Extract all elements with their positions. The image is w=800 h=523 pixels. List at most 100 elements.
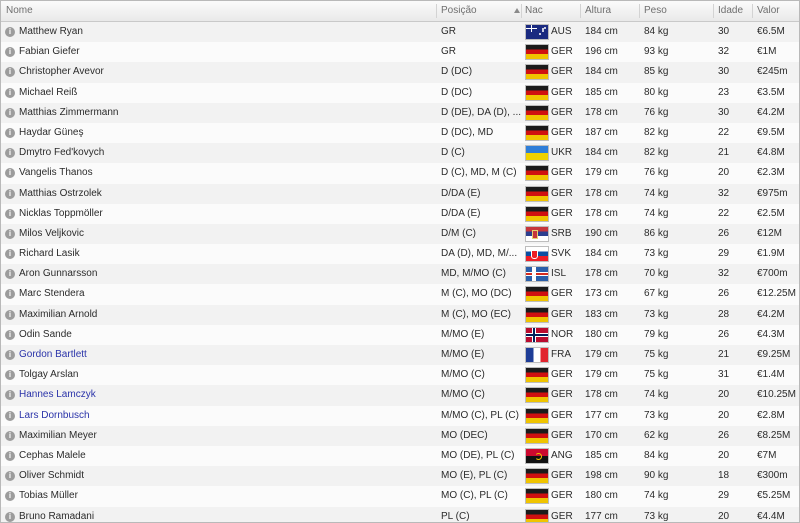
table-row[interactable]: i Matthias Ostrzolek D/DA (E) GER 178 cm 74 k…: [1, 183, 799, 204]
player-weight: 84 kg: [644, 26, 669, 37]
column-header-position[interactable]: Posição: [441, 1, 477, 21]
table-row[interactable]: i Fabian Giefer GR GER 196 cm 93 kg 32 €1M: [1, 42, 799, 63]
table-row[interactable]: i Bruno Ramadani PL (C) GER 177 cm 73 kg 20 €4.…: [1, 506, 799, 522]
table-body: i Matthew Ryan GR AUS 184 cm 84 kg 30 €6.5M i Fab…: [1, 22, 799, 522]
column-header-nationality[interactable]: Nac: [525, 1, 543, 21]
table-row[interactable]: i Richard Lasik DA (D), MD, M/... SVK 184 cm…: [1, 244, 799, 265]
player-value: €4.3M: [757, 328, 785, 340]
info-icon[interactable]: i: [5, 148, 15, 159]
info-icon[interactable]: i: [5, 249, 15, 260]
table-row[interactable]: i Tobias Müller MO (C), PL (C) GER 180 cm 74 …: [1, 486, 799, 507]
info-icon[interactable]: i: [5, 27, 15, 37]
player-value: €2.3M: [757, 167, 785, 179]
player-value: €300m: [757, 470, 788, 482]
player-position: DA (D), MD, M/...: [441, 248, 518, 260]
player-weight: 76 kg: [644, 106, 669, 118]
info-icon[interactable]: i: [5, 390, 15, 401]
player-position: D (C), MD, M (C): [441, 167, 517, 179]
info-icon[interactable]: i: [5, 350, 15, 360]
player-weight: 70 kg: [644, 268, 669, 280]
player-age: 23: [718, 86, 730, 98]
player-position: MO (DE), PL (C): [441, 449, 515, 461]
table-row[interactable]: i Hannes Lamczyk M/MO (C) GER 178 cm 74 kg 20 €…: [1, 385, 799, 406]
table-row[interactable]: i Matthias Zimmermann D (DE), DA (D), ... G…: [1, 102, 799, 123]
column-separator: [521, 4, 522, 18]
table-row[interactable]: i Lars Dornbusch M/MO (C), PL (C) GER 177 cm…: [1, 405, 799, 426]
table-row[interactable]: i Tolgay Arslan M/MO (C) GER 179 cm 75 kg 31 €1…: [1, 365, 799, 386]
info-icon[interactable]: i: [5, 450, 15, 461]
player-position: PL (C): [441, 510, 470, 522]
info-icon[interactable]: i: [5, 127, 15, 138]
table-row[interactable]: i Cephas Malele MO (DE), PL (C) ANG 185 cm 84…: [1, 445, 799, 467]
info-icon[interactable]: i: [5, 228, 15, 239]
player-nationality: GER: [551, 46, 573, 58]
player-name[interactable]: Gordon Bartlett: [19, 345, 429, 365]
player-nationality: UKR: [551, 147, 573, 159]
flag-ger-icon: [526, 469, 548, 484]
table-row[interactable]: i Milos Veljkovic D/M (C) SRB 190 cm 86 kg 26 €…: [1, 223, 799, 245]
info-icon[interactable]: i: [5, 491, 15, 502]
player-height: 178 cm: [585, 389, 618, 401]
column-header-age[interactable]: Idade: [718, 1, 743, 21]
info-icon[interactable]: i: [5, 309, 15, 320]
player-name: Aron Gunnarsson: [19, 268, 98, 280]
player-age: 20: [718, 167, 730, 179]
player-name[interactable]: Hannes Lamczyk: [19, 385, 429, 405]
player-height: 178 cm: [585, 268, 618, 280]
player-position: MO (DEC): [441, 429, 488, 441]
player-height: 177 cm: [585, 510, 618, 522]
player-value: €975m: [757, 187, 788, 199]
column-header-height[interactable]: Altura: [585, 1, 611, 21]
flag-ger-icon: [526, 105, 548, 120]
table-row[interactable]: i Oliver Schmidt MO (E), PL (C) GER 198 cm 90…: [1, 466, 799, 487]
player-value: €4.8M: [757, 147, 785, 159]
table-row[interactable]: i Maximilian Meyer MO (DEC) GER 170 cm 62 kg 2…: [1, 425, 799, 446]
info-icon[interactable]: i: [5, 410, 15, 421]
table-row[interactable]: i Michael Reiß D (DC) GER 185 cm 80 kg 23 €3.5M: [1, 82, 799, 103]
player-age: 32: [718, 187, 730, 199]
player-name: Christopher Avevor: [19, 66, 104, 78]
player-nationality: SVK: [551, 248, 572, 260]
table-row[interactable]: i Marc Stendera M (C), MO (DC) GER 173 cm 67 …: [1, 284, 799, 305]
info-icon[interactable]: i: [5, 208, 15, 219]
info-icon[interactable]: i: [5, 511, 15, 522]
info-icon[interactable]: i: [5, 87, 15, 98]
flag-srb-icon: [526, 226, 548, 241]
table-row[interactable]: i Christopher Avevor D (DC) GER 184 cm 85 kg 3…: [1, 62, 799, 83]
flag-ger-icon: [526, 186, 548, 201]
column-header-value[interactable]: Valor: [757, 1, 780, 21]
info-icon[interactable]: i: [5, 47, 15, 58]
info-icon[interactable]: i: [5, 188, 15, 199]
table-row[interactable]: i Gordon Bartlett M/MO (E) FRA 179 cm 75 kg 21…: [1, 345, 799, 366]
player-position: M (C), MO (DC): [441, 288, 512, 300]
column-header-name[interactable]: Nome: [6, 1, 33, 21]
info-icon[interactable]: i: [5, 107, 15, 118]
info-icon[interactable]: i: [5, 289, 15, 300]
player-weight: 75 kg: [644, 369, 669, 381]
info-icon[interactable]: i: [5, 269, 15, 280]
player-age: 29: [718, 490, 730, 502]
table-row[interactable]: i Aron Gunnarsson MD, M/MO (C) ISL 178 cm 70 …: [1, 264, 799, 285]
info-icon[interactable]: i: [5, 471, 15, 482]
table-row[interactable]: i Maximilian Arnold M (C), MO (EC) GER 183 c…: [1, 304, 799, 325]
player-name: Maximilian Arnold: [19, 308, 98, 320]
info-icon[interactable]: i: [5, 329, 15, 340]
player-height: 177 cm: [585, 409, 618, 421]
player-name[interactable]: Lars Dornbusch: [19, 406, 429, 426]
player-weight: 82 kg: [644, 126, 669, 138]
table-row[interactable]: i Haydar Güneş D (DC), MD GER 187 cm 82 kg 22 €…: [1, 122, 799, 144]
info-icon[interactable]: i: [5, 370, 15, 381]
table-row[interactable]: i Matthew Ryan GR AUS 184 cm 84 kg 30 €6.5M: [1, 22, 799, 43]
table-row[interactable]: i Nicklas Toppmöller D/DA (E) GER 178 cm 74 k…: [1, 203, 799, 224]
player-name: Nicklas Toppmöller: [19, 207, 103, 219]
info-icon[interactable]: i: [5, 430, 15, 441]
player-position: GR: [441, 46, 456, 58]
info-icon[interactable]: i: [5, 168, 15, 179]
column-header-weight[interactable]: Peso: [644, 1, 667, 21]
player-height: 190 cm: [585, 227, 618, 239]
table-row[interactable]: i Dmytro Fed'kovych D (C) UKR 184 cm 82 kg 21 €…: [1, 143, 799, 164]
table-row[interactable]: i Odin Sande M/MO (E) NOR 180 cm 79 kg 26 €4.3M: [1, 324, 799, 345]
info-icon[interactable]: i: [5, 67, 15, 78]
player-weight: 73 kg: [644, 308, 669, 320]
table-row[interactable]: i Vangelis Thanos D (C), MD, M (C) GER 179 c…: [1, 163, 799, 184]
